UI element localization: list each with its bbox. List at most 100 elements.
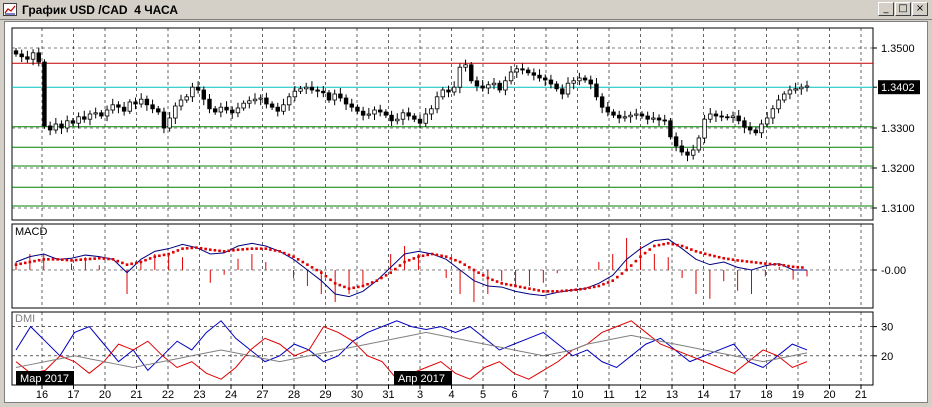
signal-dot: [107, 257, 110, 261]
signal-dot: [486, 276, 490, 280]
candle-body: [508, 71, 514, 82]
candle-body: [224, 106, 229, 111]
signal-dot: [287, 253, 291, 257]
x-day-label: 16: [36, 389, 48, 401]
dmi-label: DMI: [15, 313, 35, 325]
candle-body: [65, 120, 70, 129]
signal-dot: [717, 255, 721, 259]
candle-body: [429, 108, 434, 115]
signal-dot: [324, 274, 328, 278]
candle-body: [417, 118, 423, 124]
macd-axis-label: -0.00: [881, 265, 906, 277]
signal-dot: [199, 247, 203, 250]
signal-dot: [130, 262, 133, 266]
candle-body: [531, 72, 537, 76]
signal-dot: [745, 260, 749, 263]
candle-body: [451, 86, 457, 93]
restore-button[interactable]: □: [895, 2, 911, 16]
signal-dot: [278, 250, 281, 253]
candle-body: [571, 80, 576, 84]
signal-dot: [185, 247, 189, 250]
candle-body: [446, 89, 451, 93]
candle-body: [110, 104, 115, 111]
signal-dot: [93, 257, 96, 260]
signal-dot: [370, 281, 374, 284]
signal-dot: [97, 256, 101, 260]
signal-dot: [417, 255, 420, 258]
candle-body: [167, 117, 172, 129]
x-day-label: 21: [130, 389, 142, 401]
candle-body: [730, 115, 736, 118]
signal-dot: [56, 258, 59, 261]
signal-dot: [338, 283, 342, 287]
signal-dot: [421, 254, 425, 258]
signal-dot: [84, 258, 87, 261]
signal-dot: [23, 261, 27, 265]
candle-body: [599, 96, 605, 108]
signal-dot: [606, 281, 610, 284]
signal-dot: [33, 259, 36, 263]
signal-dot: [740, 259, 744, 263]
signal-dot: [125, 263, 129, 266]
signal-dot: [449, 257, 453, 260]
candle-body: [389, 114, 394, 122]
candle-body: [645, 115, 650, 120]
signal-dot: [384, 274, 388, 277]
candle-body: [321, 90, 326, 94]
signal-dot: [532, 288, 536, 291]
close-button[interactable]: ×: [912, 2, 928, 16]
x-day-label: 14: [697, 389, 709, 401]
signal-dot: [167, 252, 170, 256]
candle-body: [617, 114, 622, 119]
x-day-label: 17: [67, 389, 79, 401]
signal-dot: [782, 264, 786, 267]
signal-dot: [88, 257, 92, 261]
signal-dot: [250, 247, 254, 250]
signal-dot: [796, 265, 800, 269]
x-day-label: 19: [792, 389, 804, 401]
candle-body: [360, 110, 366, 116]
signal-dot: [394, 267, 397, 271]
candle-body: [639, 113, 645, 117]
signal-dot: [514, 284, 517, 288]
signal-dot: [764, 262, 767, 265]
signal-dot: [269, 248, 272, 251]
signal-dot: [468, 266, 471, 269]
signal-dot: [144, 258, 147, 262]
signal-dot: [690, 248, 693, 251]
x-day-label: 13: [666, 389, 678, 401]
candle-body: [708, 113, 713, 120]
candle-body: [560, 88, 565, 95]
minimize-button[interactable]: _: [878, 2, 894, 16]
candle-body: [286, 96, 292, 106]
signal-dot: [634, 259, 638, 263]
candle-body: [525, 69, 531, 74]
candle-body: [315, 89, 320, 92]
signal-dot: [162, 253, 166, 257]
signal-dot: [648, 248, 652, 251]
signal-dot: [366, 282, 369, 286]
candle-body: [651, 117, 656, 120]
signal-dot: [292, 255, 295, 258]
x-day-label: 10: [571, 389, 583, 401]
signal-dot: [139, 260, 143, 264]
signal-dot: [296, 258, 300, 261]
signal-dot: [551, 290, 554, 293]
candle-body: [480, 85, 485, 89]
signal-dot: [116, 259, 120, 263]
price-axis-label: 1.3100: [881, 203, 915, 215]
x-day-label: 24: [225, 389, 237, 401]
candle-body: [99, 112, 104, 117]
candle-body: [156, 108, 161, 113]
signal-dot: [245, 247, 249, 251]
signal-dot: [435, 253, 439, 257]
signal-dot: [523, 286, 527, 290]
signal-dot: [773, 263, 776, 266]
candle-body: [230, 109, 235, 114]
candle-body: [400, 112, 406, 120]
chart-canvas[interactable]: 16 17 20 21 22 23 24 27 28 29 30 31 3 4 5 6 7 10 11 12 13 14 1…: [5, 22, 927, 402]
candle-body: [395, 118, 400, 122]
x-day-label: 23: [193, 389, 205, 401]
current-price-label: 1.3402: [881, 82, 915, 94]
signal-dot: [70, 259, 73, 262]
